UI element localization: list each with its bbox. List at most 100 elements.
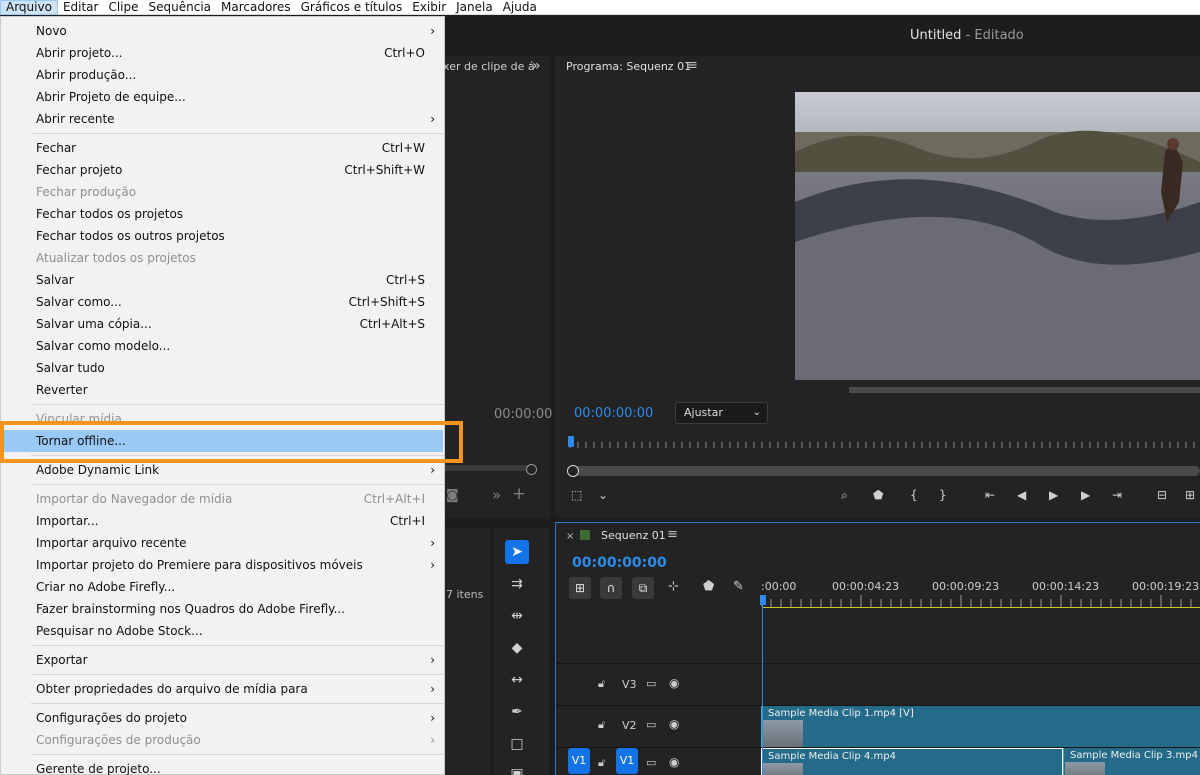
program-monitor-title[interactable]: Programa: Sequenz 01 <box>566 60 691 73</box>
track-area-empty[interactable] <box>556 609 1200 663</box>
menu-clipe[interactable]: Clipe <box>103 0 143 15</box>
menu-arquivo[interactable]: Arquivo <box>0 0 58 15</box>
track-v2[interactable]: 🔓︎ V2 ▭ ◉ Sample Media Clip 1.mp4 [V] <box>556 705 1200 761</box>
menu-item-fechar[interactable]: Fechar Ctrl+W <box>2 137 443 159</box>
mark-out-icon[interactable]: } <box>939 488 947 502</box>
source-scrub-bar[interactable] <box>440 465 534 471</box>
play-icon[interactable]: ▶ <box>1049 488 1058 502</box>
panel-menu-icon[interactable]: ≡ <box>687 58 698 73</box>
clip-v1-b[interactable]: Sample Media Clip 3.mp4 <box>1063 748 1200 775</box>
sync-lock-icon[interactable]: ▭ <box>646 677 656 690</box>
program-time-ruler[interactable] <box>568 438 1200 452</box>
menu-item-exportar[interactable]: Exportar › <box>2 649 443 671</box>
add-icon[interactable]: + <box>512 484 526 504</box>
ripple-edit-tool-icon[interactable]: ⇹ <box>505 604 529 628</box>
lock-icon[interactable]: 🔓︎ <box>598 677 605 691</box>
program-zoom-bar[interactable] <box>573 466 1200 476</box>
preview-scroll-bar[interactable] <box>849 387 1200 393</box>
menu-janela[interactable]: Janela <box>451 0 498 15</box>
timeline-playhead[interactable] <box>760 595 766 605</box>
zoom-search-icon[interactable]: ⌕ <box>841 488 848 503</box>
go-to-out-icon[interactable]: ⇥ <box>1112 488 1122 502</box>
program-zoom-handle[interactable] <box>567 465 579 477</box>
eye-icon[interactable]: ◉ <box>669 676 679 690</box>
linked-selection-icon[interactable]: ⧉ <box>632 577 654 599</box>
step-forward-icon[interactable]: ▶ <box>1081 488 1090 502</box>
menu-item-criar-no-adobe-firefly[interactable]: Criar no Adobe Firefly... <box>2 576 443 598</box>
clip-v2[interactable]: Sample Media Clip 1.mp4 [V] <box>761 706 1200 761</box>
menu-item-fechar-todos-os-outros-projetos[interactable]: Fechar todos os outros projetos <box>2 225 443 247</box>
mark-in-icon[interactable]: { <box>910 488 918 502</box>
nest-sequence-icon[interactable]: ⊞ <box>569 577 591 599</box>
program-timecode[interactable]: 00:00:00:00 <box>574 406 653 421</box>
panel-overflow-icon[interactable]: » <box>532 58 541 74</box>
menu-item-salvar-como-modelo[interactable]: Salvar como modelo... <box>2 335 443 357</box>
menu-item-abrir-producao[interactable]: Abrir produção... <box>2 64 443 86</box>
sync-lock-icon[interactable]: ▭ <box>646 756 656 769</box>
go-to-in-icon[interactable]: ⇤ <box>985 488 995 502</box>
eye-icon[interactable]: ◉ <box>669 755 679 769</box>
program-playhead[interactable] <box>568 436 574 447</box>
lock-icon[interactable]: 🔓︎ <box>598 718 605 732</box>
more-controls-icon[interactable]: » <box>492 486 501 504</box>
track-v3[interactable]: 🔓︎ V3 ▭ ◉ <box>556 663 1200 705</box>
fit-dropdown[interactable]: Ajustar ⌄ <box>675 402 768 424</box>
clip-v1-a[interactable]: Sample Media Clip 4.mp4 <box>761 748 1063 775</box>
chevron-down-icon[interactable]: ⌄ <box>598 488 608 502</box>
add-marker-icon[interactable]: ⬟ <box>873 488 883 502</box>
track-target-v1[interactable]: V1 <box>616 748 638 774</box>
tab-audio-clip-mixer[interactable]: ixer de clipe de á <box>440 60 535 73</box>
camera-icon[interactable]: ◙ <box>446 488 459 503</box>
pen-tool-icon[interactable]: ✒ <box>505 700 529 724</box>
source-patch-v1[interactable]: V1 <box>568 748 590 774</box>
menu-sequencia[interactable]: Sequência <box>144 0 217 15</box>
menu-ajuda[interactable]: Ajuda <box>498 0 542 15</box>
menu-item-abrir-projeto[interactable]: Abrir projeto... Ctrl+O <box>2 42 443 64</box>
panel-menu-icon[interactable]: ≡ <box>667 527 678 542</box>
lift-icon[interactable]: ⊟ <box>1157 488 1167 502</box>
menu-item-abrir-recente[interactable]: Abrir recente › <box>2 108 443 130</box>
menu-item-obter-propriedades-do-arquivo-de-midia-para[interactable]: Obter propriedades do arquivo de mídia p… <box>2 678 443 700</box>
menu-item-configuracoes-do-projeto[interactable]: Configurações do projeto › <box>2 707 443 729</box>
menu-item-reverter[interactable]: Reverter <box>2 379 443 401</box>
extract-icon[interactable]: ⊞ <box>1185 488 1195 502</box>
menu-graficos[interactable]: Gráficos e títulos <box>296 0 408 15</box>
safe-margins-icon[interactable]: ⬚ <box>571 488 582 502</box>
insert-edit-icon[interactable]: ⊹ <box>668 579 679 594</box>
menu-item-salvar[interactable]: Salvar Ctrl+S <box>2 269 443 291</box>
razor-tool-icon[interactable]: ◆ <box>505 636 529 660</box>
work-area-bar[interactable] <box>762 607 1200 608</box>
sync-lock-icon[interactable]: ▭ <box>646 718 656 731</box>
menu-editar[interactable]: Editar <box>58 0 104 15</box>
menu-item-importar[interactable]: Importar... Ctrl+I <box>2 510 443 532</box>
menu-item-importar-arquivo-recente[interactable]: Importar arquivo recente › <box>2 532 443 554</box>
source-scrub-handle[interactable] <box>526 464 537 475</box>
slip-tool-icon[interactable]: ↔ <box>505 668 529 692</box>
close-icon[interactable]: × <box>566 531 574 542</box>
menu-item-fazer-brainstorming-nos-quadros-do-adobe-firefly[interactable]: Fazer brainstorming nos Quadros do Adobe… <box>2 598 443 620</box>
menu-item-abrir-projeto-de-equipe[interactable]: Abrir Projeto de equipe... <box>2 86 443 108</box>
step-back-icon[interactable]: ◀ <box>1017 488 1026 502</box>
menu-item-salvar-uma-copia[interactable]: Salvar uma cópia... Ctrl+Alt+S <box>2 313 443 335</box>
track-v1[interactable]: V1 🔓︎ V1 ▭ ◉ Sample Media Clip 4.mp4 Sam… <box>556 747 1200 775</box>
menu-item-salvar-como[interactable]: Salvar como... Ctrl+Shift+S <box>2 291 443 313</box>
eye-icon[interactable]: ◉ <box>669 717 679 731</box>
menu-item-fechar-todos-os-projetos[interactable]: Fechar todos os projetos <box>2 203 443 225</box>
menu-exibir[interactable]: Exibir <box>407 0 451 15</box>
timeline-tab-title[interactable]: Sequenz 01 <box>601 529 666 542</box>
menu-marcadores[interactable]: Marcadores <box>216 0 296 15</box>
menu-item-pesquisar-no-adobe-stock[interactable]: Pesquisar no Adobe Stock... <box>2 620 443 642</box>
selection-tool-icon[interactable]: ➤ <box>505 540 529 564</box>
add-marker-icon[interactable]: ⬟ <box>703 579 714 594</box>
timeline-ruler[interactable] <box>761 595 1200 607</box>
wrench-icon[interactable]: ✎ <box>733 579 744 594</box>
menu-item-salvar-tudo[interactable]: Salvar tudo <box>2 357 443 379</box>
hand-tool-icon[interactable]: ▣ <box>505 762 529 775</box>
lock-icon[interactable]: 🔓︎ <box>598 756 605 770</box>
menu-item-gerente-de-projeto[interactable]: Gerente de projeto... <box>2 758 443 775</box>
snap-magnet-icon[interactable]: ∩ <box>600 577 622 599</box>
rectangle-tool-icon[interactable]: □ <box>505 732 529 756</box>
track-select-tool-icon[interactable]: ⇉ <box>505 572 529 596</box>
menu-item-fechar-projeto[interactable]: Fechar projeto Ctrl+Shift+W <box>2 159 443 181</box>
timeline-timecode[interactable]: 00:00:00:00 <box>572 555 667 571</box>
